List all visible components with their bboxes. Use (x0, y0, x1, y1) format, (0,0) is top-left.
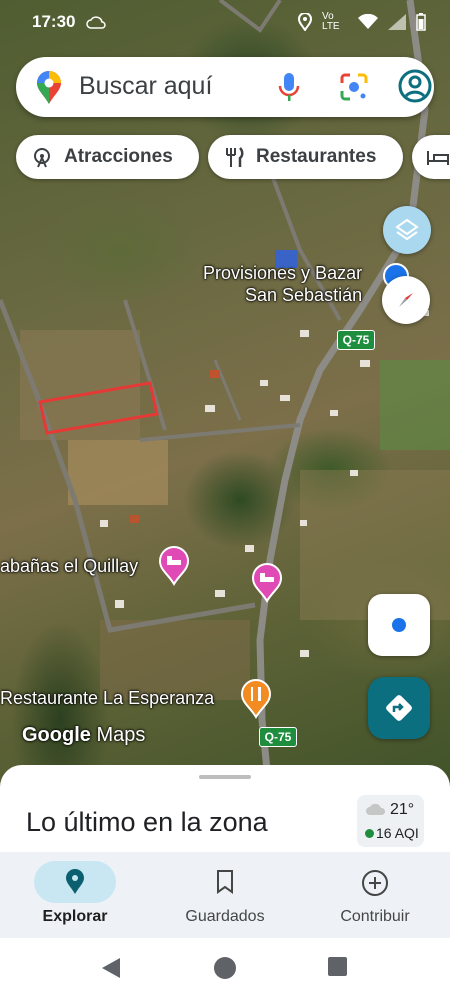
layers-icon (395, 218, 419, 241)
sheet-title: Lo último en la zona (26, 807, 268, 837)
search-bar[interactable]: Buscar aquí (16, 57, 434, 117)
add-circle-icon (362, 870, 388, 896)
hotel-pin-icon[interactable] (158, 546, 190, 586)
nav-contribute-label: Contribuir (340, 908, 410, 925)
compass-button[interactable] (382, 276, 430, 324)
store-label[interactable]: Provisiones y Bazar San Sebastián (196, 262, 362, 306)
nav-saved[interactable]: Guardados (150, 852, 300, 938)
restaurant-pin-icon[interactable] (240, 679, 272, 719)
attribution-google: Google (22, 724, 91, 746)
nav-contribute[interactable]: Contribuir (300, 852, 450, 938)
road-badge: Q-75 (259, 727, 297, 747)
directions-button[interactable] (368, 677, 430, 739)
nav-explore[interactable]: Explorar (0, 852, 150, 938)
field (68, 440, 168, 505)
restaurant-label[interactable]: Restaurante La Esperanza (0, 687, 214, 709)
chip-restaurants[interactable]: Restaurantes (208, 135, 403, 179)
back-icon[interactable] (100, 956, 122, 980)
chip-attractions-label: Atracciones (64, 146, 173, 167)
account-icon[interactable] (398, 69, 432, 103)
status-bar: 17:30 Vo LTE (0, 0, 450, 44)
wifi-icon (358, 14, 378, 29)
field (380, 360, 450, 450)
cabins-label[interactable]: abañas el Quillay (0, 555, 138, 577)
nav-saved-label: Guardados (185, 908, 265, 925)
aqi-value: 16 AQI (376, 825, 419, 841)
chip-restaurants-label: Restaurantes (256, 146, 377, 167)
signal-icon (388, 14, 406, 30)
chip-attractions[interactable]: Atracciones (16, 135, 199, 179)
nav-explore-label: Explorar (42, 908, 108, 925)
building-red-roof (210, 370, 220, 378)
bookmark-icon (217, 870, 233, 894)
road (213, 359, 242, 421)
ferris-wheel-icon (30, 145, 54, 169)
explore-pin-icon (66, 869, 84, 894)
bed-icon (426, 145, 450, 169)
weather-temperature: 21° (390, 801, 415, 818)
status-time: 17:30 (32, 12, 76, 31)
cloud-sync-icon (86, 16, 106, 29)
my-location-button[interactable] (368, 594, 430, 656)
sheet-drag-handle[interactable] (199, 775, 251, 779)
recents-icon[interactable] (328, 957, 347, 976)
bottom-navigation: Explorar Guardados Contribuir (0, 852, 450, 938)
compass-icon (399, 293, 413, 307)
chip-hotels[interactable] (412, 135, 450, 179)
aqi-status-dot (365, 829, 374, 838)
location-icon (298, 13, 312, 31)
field (20, 330, 140, 440)
google-maps-logo-icon (37, 71, 61, 104)
network-type: Vo LTE (322, 11, 340, 32)
attribution-maps: Maps (96, 724, 146, 746)
lens-icon[interactable] (339, 72, 369, 102)
search-input[interactable]: Buscar aquí (79, 72, 212, 101)
battery-icon (416, 13, 426, 31)
mic-icon[interactable] (278, 72, 300, 102)
status-icons: Vo LTE (298, 12, 426, 32)
building-red-roof (130, 515, 139, 523)
store-label-line1: Provisiones y Bazar (203, 263, 363, 283)
road-badge: Q-75 (337, 330, 375, 350)
weather-card[interactable]: 21° 16 AQI (357, 795, 424, 847)
fork-knife-icon (222, 145, 246, 169)
cloud-icon (366, 803, 386, 815)
store-label-line2: San Sebastián (245, 285, 363, 305)
google-maps-attribution: Google Maps (22, 724, 145, 747)
bottom-sheet[interactable]: Lo último en la zona 21° 16 AQI (0, 765, 450, 865)
my-location-icon (392, 618, 406, 632)
directions-icon (386, 695, 412, 721)
home-icon[interactable] (213, 956, 237, 980)
system-navigation-bar (0, 938, 450, 1000)
layers-button[interactable] (383, 206, 431, 254)
hotel-pin-icon-2[interactable] (251, 563, 283, 603)
